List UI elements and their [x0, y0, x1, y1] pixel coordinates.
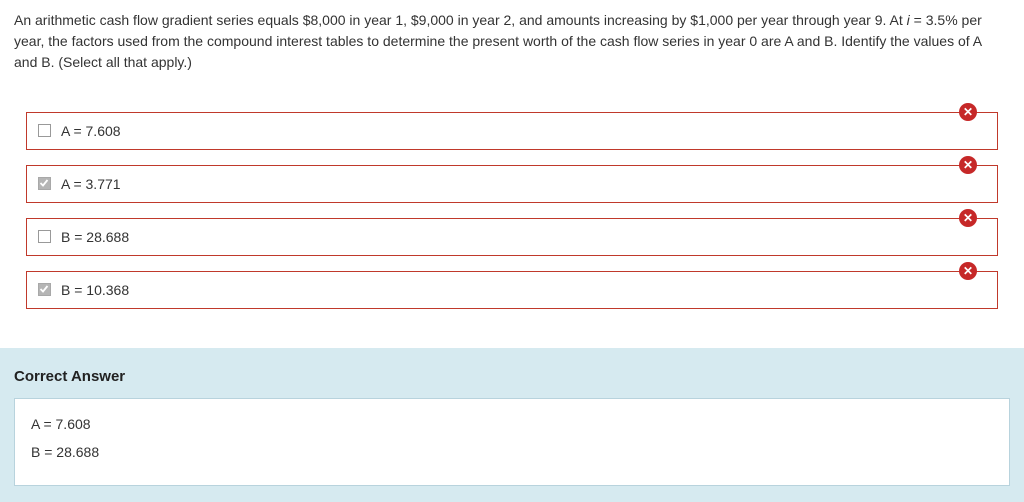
option-a-3771[interactable]: A = 3.771 ✕: [26, 156, 998, 203]
question-text-part1: An arithmetic cash flow gradient series …: [14, 12, 907, 28]
checkmark-icon: [39, 285, 49, 293]
correct-answer-title: Correct Answer: [14, 368, 126, 385]
correct-answer-box: A = 7.608 B = 28.688: [14, 398, 1010, 486]
option-a-7608[interactable]: A = 7.608 ✕: [26, 103, 998, 150]
option-label: B = 10.368: [61, 282, 130, 298]
option-label: A = 3.771: [61, 176, 121, 192]
checkbox-unchecked[interactable]: [38, 124, 51, 137]
x-circle-icon: ✕: [959, 103, 977, 121]
x-circle-icon: ✕: [959, 209, 977, 227]
option-b-10368[interactable]: B = 10.368 ✕: [26, 262, 998, 309]
correct-answer-line: A = 7.608: [31, 416, 91, 432]
x-circle-icon: ✕: [959, 262, 977, 280]
option-b-28688[interactable]: B = 28.688 ✕: [26, 209, 998, 256]
correct-answer-line: B = 28.688: [31, 444, 100, 460]
checkbox-unchecked[interactable]: [38, 230, 51, 243]
correct-answer-panel: Correct Answer A = 7.608 B = 28.688: [0, 348, 1024, 502]
option-label: A = 7.608: [61, 123, 121, 139]
x-circle-icon: ✕: [959, 156, 977, 174]
question-text: An arithmetic cash flow gradient series …: [14, 10, 1004, 73]
checkbox-checked[interactable]: [38, 283, 51, 296]
checkbox-checked[interactable]: [38, 177, 51, 190]
checkmark-icon: [39, 179, 49, 187]
option-label: B = 28.688: [61, 229, 130, 245]
